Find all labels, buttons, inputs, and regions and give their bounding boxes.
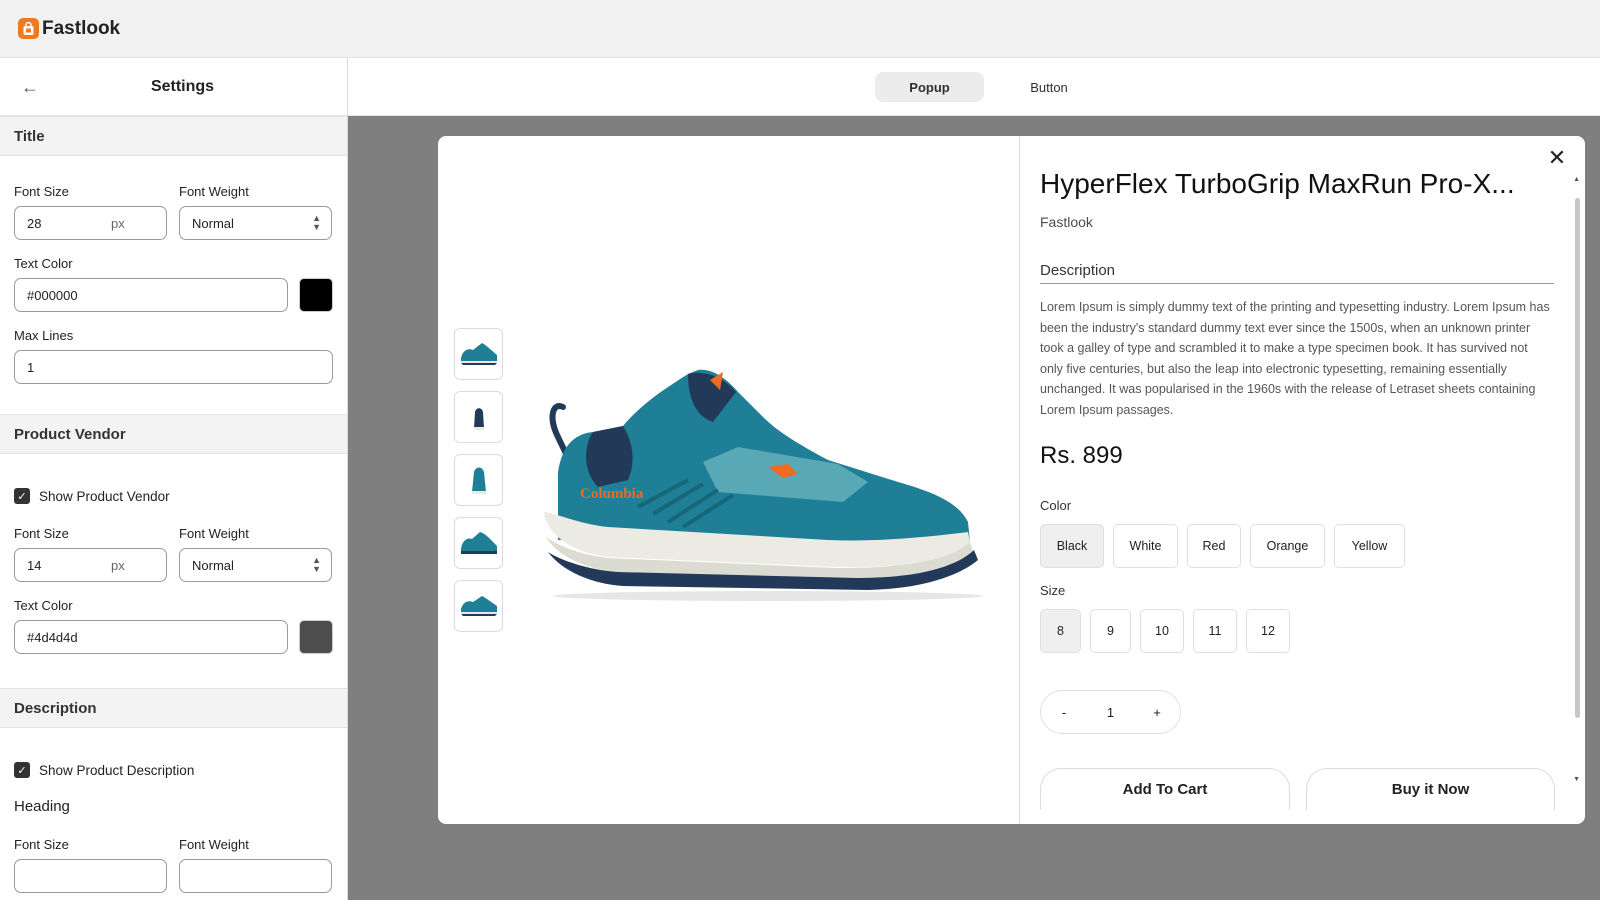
close-icon[interactable]: ✕ [1545,145,1569,170]
tab-button[interactable]: Button [994,72,1104,102]
quick-view-popup: Columbia ✕ HyperFlex TurboGrip MaxRun Pr… [438,136,1585,824]
product-thumbnail[interactable] [454,391,503,443]
size-option-12[interactable]: 12 [1246,609,1290,653]
checkbox-checked-icon: ✓ [14,488,30,504]
product-vendor: Fastlook [1040,214,1093,230]
title-max-lines-input[interactable]: 1 [14,350,333,384]
title-font-weight-label: Font Weight [179,184,249,199]
color-option-orange[interactable]: Orange [1250,524,1325,568]
select-chevron-icon: ▲ ▼ [312,213,321,232]
show-description-label: Show Product Description [39,762,195,778]
vendor-color-swatch[interactable] [299,620,333,654]
color-label: Color [1040,498,1072,513]
title-section: Font Size 28 px Font Weight Normal ▲ ▼ Te… [0,156,347,414]
vendor-text-color-value: #4d4d4d [27,629,78,645]
sidebar-title: Settings [150,77,215,95]
description-heading: Description [1040,262,1554,284]
show-vendor-checkbox[interactable]: ✓ Show Product Vendor [14,488,333,504]
vendor-font-weight-value: Normal [192,557,234,573]
color-option-yellow[interactable]: Yellow [1334,524,1405,568]
product-price: Rs. 899 [1040,442,1123,469]
app-name: Fastlook [42,17,121,39]
product-media: Columbia [438,136,1020,824]
vendor-font-weight-label: Font Weight [179,526,249,541]
size-option-8[interactable]: 8 [1040,609,1081,653]
product-description: Lorem Ipsum is simply dummy text of the … [1040,300,1550,417]
quantity-stepper: - 1 + [1040,690,1181,734]
quantity-increase-button[interactable]: + [1134,705,1180,720]
vendor-font-weight-select[interactable]: Normal ▲ ▼ [179,548,332,582]
description-font-weight-select[interactable] [179,859,332,893]
title-font-weight-select[interactable]: Normal ▲ ▼ [179,206,332,240]
size-option-10[interactable]: 10 [1140,609,1184,653]
scroll-up-icon[interactable]: ▲ [1573,176,1580,183]
preview-tabs-bar: Popup Button [348,58,1600,116]
size-option-11[interactable]: 11 [1193,609,1237,653]
back-arrow-icon[interactable]: ← [14,72,46,102]
color-option-red[interactable]: Red [1187,524,1241,568]
scroll-down-icon[interactable]: ▼ [1573,776,1580,783]
vendor-font-size-unit: px [111,557,125,573]
product-thumbnail[interactable] [454,517,503,569]
vendor-text-color-label: Text Color [14,598,73,613]
quantity-decrease-button[interactable]: - [1041,705,1087,720]
description-section-heading[interactable]: Description [0,688,347,728]
title-font-size-unit: px [111,215,125,231]
product-info: ✕ HyperFlex TurboGrip MaxRun Pro-X... Fa… [1020,136,1585,824]
vendor-section: ✓ Show Product Vendor Font Size 14 px Fo… [0,454,347,688]
description-section: ✓ Show Product Description Heading Font … [0,728,347,900]
vendor-text-color-input[interactable]: #4d4d4d [14,620,288,654]
quantity-value[interactable]: 1 [1088,705,1134,720]
product-main-image: Columbia [544,369,983,601]
color-option-black[interactable]: Black [1040,524,1104,568]
settings-sidebar: ← Settings Title Font Size 28 px Font We… [0,58,348,900]
show-vendor-label: Show Product Vendor [39,488,170,504]
shopping-bag-icon [18,18,39,39]
vendor-font-size-label: Font Size [14,526,69,541]
size-options: 8 9 10 11 12 [1040,609,1290,653]
product-thumbnail[interactable] [454,328,503,380]
shoe-brand-text: Columbia [580,486,644,502]
title-max-lines-value: 1 [27,359,35,375]
title-section-heading[interactable]: Title [0,116,347,156]
title-font-weight-value: Normal [192,215,234,231]
size-label: Size [1040,583,1066,598]
description-font-weight-label: Font Weight [179,837,249,852]
add-to-cart-button[interactable]: Add To Cart [1040,768,1290,810]
title-font-size-value: 28 [27,215,42,231]
vendor-font-size-input[interactable]: 14 px [14,548,167,582]
title-font-size-label: Font Size [14,184,69,199]
vendor-section-heading[interactable]: Product Vendor [0,414,347,454]
title-max-lines-label: Max Lines [14,328,74,343]
scrollbar-thumb[interactable] [1575,198,1580,718]
title-color-swatch[interactable] [299,278,333,312]
title-text-color-input[interactable]: #000000 [14,278,288,312]
show-description-checkbox[interactable]: ✓ Show Product Description [14,762,333,778]
product-title: HyperFlex TurboGrip MaxRun Pro-X... [1040,168,1515,199]
buy-now-button[interactable]: Buy it Now [1306,768,1555,810]
vendor-font-size-value: 14 [27,557,42,573]
checkbox-checked-icon: ✓ [14,762,30,778]
description-font-size-input[interactable] [14,859,167,893]
product-thumbnail[interactable] [454,454,503,506]
app-header: Fastlook [0,0,1600,58]
size-option-9[interactable]: 9 [1090,609,1131,653]
sidebar-header: ← Settings [0,58,347,116]
tab-popup[interactable]: Popup [875,72,984,102]
description-font-size-label: Font Size [14,837,69,852]
color-options: Black White Red Orange Yellow [1040,524,1405,568]
title-text-color-label: Text Color [14,256,73,271]
select-chevron-icon: ▲ ▼ [312,555,321,574]
color-option-white[interactable]: White [1113,524,1178,568]
title-font-size-input[interactable]: 28 px [14,206,167,240]
product-thumbnail[interactable] [454,580,503,632]
description-heading-subheading: Heading [14,798,70,815]
title-text-color-value: #000000 [27,287,78,303]
